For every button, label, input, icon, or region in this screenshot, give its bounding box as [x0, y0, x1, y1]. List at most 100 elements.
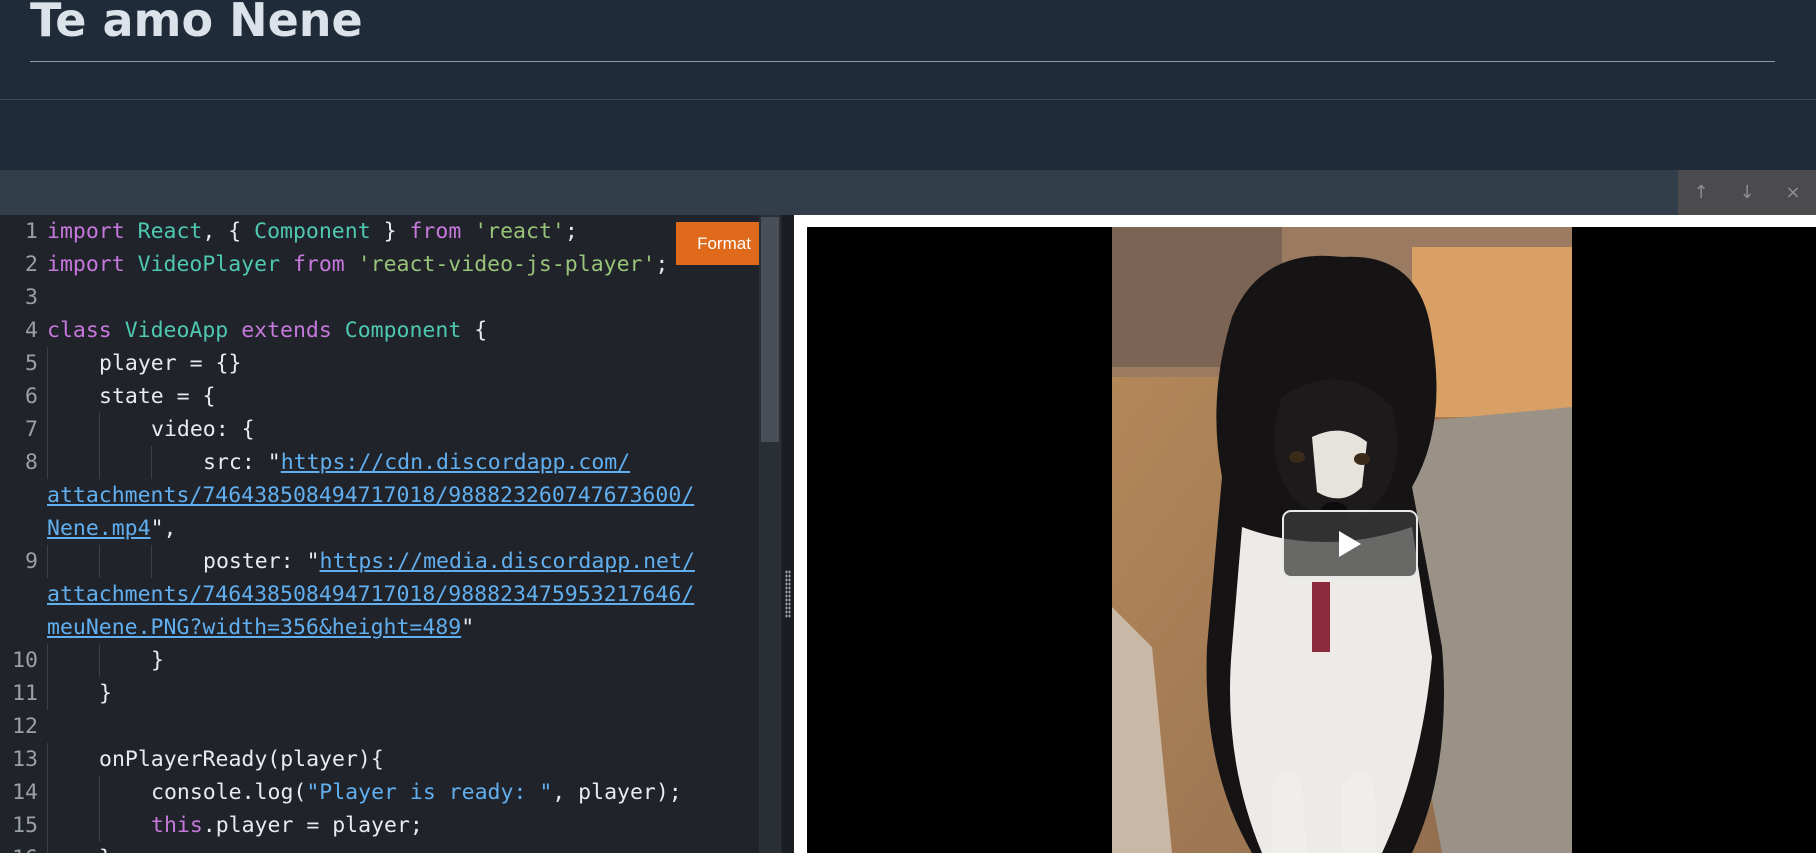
- indent-guide: [47, 644, 99, 677]
- code-line: 13 onPlayerReady(player){: [0, 743, 760, 776]
- play-icon: [1339, 531, 1361, 557]
- identifier: Component: [254, 219, 371, 244]
- line-number: 7: [25, 417, 38, 442]
- code-line: 14 console.log("Player is ready: ", play…: [0, 776, 760, 809]
- pane-resize-handle[interactable]: [782, 215, 794, 853]
- code-line: 7 video: {: [0, 413, 760, 446]
- line-number: 11: [12, 681, 38, 706]
- code-line: 1 import React, { Component } from 'reac…: [0, 215, 760, 248]
- panel-toolbar: ↑ ↓ ×: [0, 170, 1816, 215]
- keyword: from: [292, 252, 345, 277]
- code-line: 2 import VideoPlayer from 'react-video-j…: [0, 248, 760, 281]
- code-text: src:: [203, 450, 268, 475]
- indent-guide: [99, 413, 151, 446]
- url-link[interactable]: https://cdn.discordapp.com/: [281, 450, 631, 475]
- line-number: 13: [12, 747, 38, 772]
- keyword: this: [151, 813, 203, 838]
- url-link[interactable]: https://media.discordapp.net/: [320, 549, 695, 574]
- line-number: 1: [25, 219, 38, 244]
- url-link[interactable]: meuNene.PNG?width=356&height=489: [47, 615, 461, 640]
- line-number: 8: [25, 450, 38, 475]
- page-header: Te amo Nene: [0, 0, 1816, 100]
- indent-guide: [99, 644, 151, 677]
- indent-guide: [47, 842, 99, 853]
- code-line: 15 this.player = player;: [0, 809, 760, 842]
- close-icon: ×: [1785, 182, 1801, 203]
- url-link[interactable]: Nene.mp4: [47, 516, 151, 541]
- code-text: .player = player;: [202, 813, 423, 838]
- keyword: import: [47, 219, 125, 244]
- code-line: meuNene.PNG?width=356&height=489": [47, 615, 475, 640]
- code-line: 6 state = {: [0, 380, 760, 413]
- code-line: 8 src: "https://cdn.discordapp.com/: [0, 446, 760, 479]
- code-lines: 1 import React, { Component } from 'reac…: [0, 215, 760, 853]
- code-text: }: [151, 648, 164, 673]
- line-number: 14: [12, 780, 38, 805]
- code-text: }: [99, 681, 112, 706]
- page-title: Te amo Nene: [30, 0, 363, 47]
- code-line: 3: [0, 281, 760, 314]
- keyword: extends: [241, 318, 332, 343]
- line-number: 9: [25, 549, 38, 574]
- title-divider: [30, 61, 1775, 62]
- editor-scrollbar[interactable]: [759, 215, 781, 853]
- play-button[interactable]: [1282, 510, 1418, 578]
- string: "Player is ready: ": [306, 780, 553, 805]
- indent-guide: [47, 743, 99, 776]
- code-text: video: {: [151, 417, 255, 442]
- panel-controls: ↑ ↓ ×: [1678, 170, 1816, 215]
- move-up-button[interactable]: ↑: [1678, 170, 1724, 215]
- indent-guide: [99, 809, 151, 842]
- code-line: 5 player = {}: [0, 347, 760, 380]
- code-text: state = {: [99, 384, 216, 409]
- line-number: 10: [12, 648, 38, 673]
- line-number: 3: [25, 285, 38, 310]
- code-line: 4 class VideoApp extends Component {: [0, 314, 760, 347]
- scrollbar-thumb[interactable]: [761, 217, 779, 442]
- keyword: import: [47, 252, 125, 277]
- identifier: VideoPlayer: [137, 252, 281, 277]
- indent-guide: [47, 677, 99, 710]
- line-number: 5: [25, 351, 38, 376]
- code-line: attachments/746438508494717018/988823260…: [0, 479, 760, 512]
- identifier: VideoApp: [124, 318, 229, 343]
- indent-guide: [151, 446, 203, 479]
- code-editor[interactable]: 1 import React, { Component } from 'reac…: [0, 215, 782, 853]
- code-line: attachments/746438508494717018/988823475…: [0, 578, 760, 611]
- string: 'react': [474, 219, 565, 244]
- indent-guide: [47, 347, 99, 380]
- close-panel-button[interactable]: ×: [1770, 170, 1816, 215]
- drag-grip-icon: [785, 570, 791, 618]
- indent-guide: [47, 413, 99, 446]
- format-button[interactable]: Format: [676, 222, 772, 265]
- indent-guide: [99, 545, 151, 578]
- indent-guide: [99, 776, 151, 809]
- keyword: from: [409, 219, 462, 244]
- code-text: console.log(: [151, 780, 307, 805]
- indent-guide: [47, 776, 99, 809]
- string: 'react-video-js-player': [357, 252, 656, 277]
- code-line: Nene.mp4",: [47, 516, 177, 541]
- arrow-down-icon: ↓: [1739, 182, 1755, 203]
- code-line: 12: [0, 710, 760, 743]
- line-number: 2: [25, 252, 38, 277]
- indent-guide: [99, 446, 151, 479]
- identifier: Component: [344, 318, 462, 343]
- code-text: }: [99, 846, 112, 853]
- indent-guide: [47, 809, 99, 842]
- url-link[interactable]: attachments/746438508494717018/988823260…: [47, 483, 694, 508]
- move-down-button[interactable]: ↓: [1724, 170, 1770, 215]
- line-number: 6: [25, 384, 38, 409]
- code-text: onPlayerReady(player){: [99, 747, 384, 772]
- line-number: 12: [12, 714, 38, 739]
- code-text: , player);: [552, 780, 682, 805]
- identifier: React: [137, 219, 203, 244]
- indent-guide: [151, 545, 203, 578]
- url-link[interactable]: attachments/746438508494717018/988823475…: [47, 582, 694, 607]
- code-line: 9 poster: "https://media.discordapp.net/: [0, 545, 760, 578]
- arrow-up-icon: ↑: [1693, 182, 1709, 203]
- keyword: class: [47, 318, 112, 343]
- line-number: 16: [0, 842, 47, 853]
- line-number: 15: [12, 813, 38, 838]
- line-number: 4: [25, 318, 38, 343]
